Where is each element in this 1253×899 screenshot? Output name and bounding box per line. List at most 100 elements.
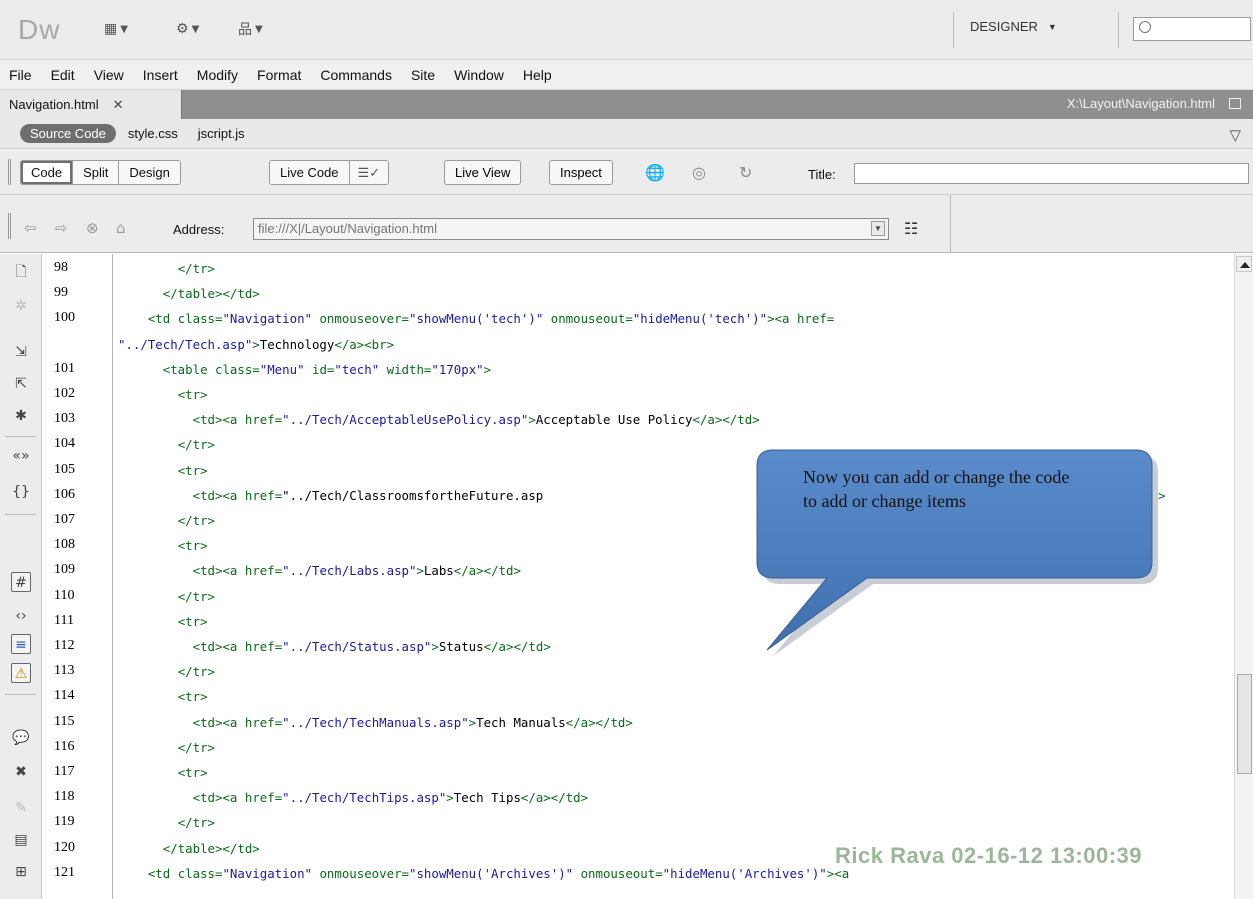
close-icon[interactable]: ✕ [113,97,124,113]
toolbar-grip[interactable] [8,213,11,239]
collapse-selection-icon[interactable]: ⇱ [11,374,31,394]
code-line[interactable]: "../Tech/Tech.asp">Technology</a><br> [118,337,394,352]
line-number: 105 [54,461,75,477]
browser-options-icon[interactable]: ☷ [904,219,918,238]
layout-menu-button[interactable]: ▦ ▼ [104,19,128,39]
open-documents-icon[interactable]: 🗋 [11,262,31,282]
vertical-scrollbar[interactable] [1234,254,1253,899]
scrollbar-thumb[interactable] [1237,674,1252,774]
line-number: 119 [54,814,75,830]
code-line[interactable]: <td><a href="../Tech/TechTips.asp">Tech … [118,790,588,805]
live-view-button[interactable]: Live View [444,160,522,185]
stop-icon[interactable]: ⊗ [86,219,99,237]
code-view-button[interactable]: Code [21,161,74,184]
menu-modify[interactable]: Modify [197,67,238,83]
toolbar-grip[interactable] [8,159,11,185]
code-line[interactable]: </tr> [118,589,215,604]
code-line[interactable]: </table></td> [118,286,260,301]
code-line[interactable]: <td><a href="../Tech/AcceptableUsePolicy… [118,412,760,427]
code-line[interactable]: <table class="Menu" id="tech" width="170… [118,362,491,377]
filter-icon[interactable]: ▽ [1229,126,1241,144]
related-file-jscript-js[interactable]: jscript.js [198,126,245,141]
line-number: 104 [54,436,75,452]
code-line[interactable]: <tr> [118,538,208,553]
menu-edit[interactable]: Edit [51,67,75,83]
code-line[interactable]: <td><a href="../Tech/Status.asp">Status<… [118,639,551,654]
line-numbers-icon[interactable]: # [11,572,31,592]
search-icon [1139,21,1151,33]
document-tab[interactable]: Navigation.html ✕ [0,90,182,119]
syntax-error-alerts-icon[interactable]: ⚠ [11,663,31,683]
site-menu-button[interactable]: 品 ▼ [238,19,263,39]
menu-commands[interactable]: Commands [320,67,392,83]
globe-icon[interactable]: 🌐 [645,163,665,182]
visual-aids-icon[interactable]: ◎ [692,163,706,182]
split-view-button[interactable]: Split [73,161,120,184]
refresh-icon[interactable]: ↻ [739,163,752,182]
address-input[interactable]: file:///X|/Layout/Navigation.html ▼ [253,218,889,240]
code-line[interactable]: </tr> [118,815,215,830]
balance-braces-icon[interactable]: {} [11,482,31,502]
code-line[interactable]: <td class="Navigation" onmouseover="show… [118,311,834,326]
divider [953,12,954,48]
select-parent-tag-icon[interactable]: «» [11,446,31,466]
recent-snippets-icon[interactable]: ▤ [11,830,31,850]
menu-insert[interactable]: Insert [143,67,178,83]
help-search-input[interactable] [1133,17,1251,41]
move-css-icon[interactable]: ⊞ [11,862,31,882]
code-line[interactable]: <tr> [118,463,208,478]
menu-view[interactable]: View [94,67,124,83]
line-number: 114 [54,688,75,704]
code-line[interactable]: <tr> [118,765,208,780]
menu-bar: File Edit View Insert Modify Format Comm… [0,60,1253,90]
code-line[interactable]: </tr> [118,664,215,679]
apply-comment-icon[interactable]: 💬 [11,728,31,748]
code-line[interactable]: </tr> [118,740,215,755]
menu-window[interactable]: Window [454,67,504,83]
home-icon[interactable]: ⌂ [116,219,126,237]
code-line[interactable]: <tr> [118,387,208,402]
design-view-button[interactable]: Design [119,161,180,184]
code-line[interactable]: <td class="Navigation" onmouseover="show… [118,866,849,881]
code-line[interactable]: <tr> [118,689,208,704]
workspace-label: DESIGNER [970,19,1038,34]
title-input[interactable] [854,163,1249,184]
related-file-style-css[interactable]: style.css [128,126,178,141]
menu-site[interactable]: Site [411,67,435,83]
expand-all-icon[interactable]: ✱ [11,406,31,426]
code-line[interactable]: </tr> [118,261,215,276]
menu-format[interactable]: Format [257,67,301,83]
scroll-up-button[interactable] [1236,256,1252,272]
line-number: 101 [54,360,75,376]
address-dropdown-icon[interactable]: ▼ [871,221,885,236]
live-code-button[interactable]: Live Code [270,161,350,184]
file-management-button[interactable]: ☰✓ [349,161,389,184]
show-code-navigator-icon[interactable]: ✲ [11,296,31,316]
code-line[interactable]: <td><a href="../Tech/TechManuals.asp">Te… [118,715,633,730]
code-line[interactable]: </tr> [118,437,215,452]
code-line[interactable]: <tr> [118,614,208,629]
collapse-full-tag-icon[interactable]: ⇲ [11,342,31,362]
code-line[interactable]: </table></td> [118,841,260,856]
remove-comment-icon[interactable]: ✖ [11,762,31,782]
inspect-button[interactable]: Inspect [549,160,613,185]
source-code-button[interactable]: Source Code [20,124,116,143]
extend-menu-button[interactable]: ⚙ ▼ [176,19,199,39]
wrap-tag-icon[interactable]: ✎ [11,798,31,818]
coding-toolbar: 🗋 ✲ ⇲ ⇱ ✱ «» {} # ‹› ≡ ⚠ 💬 ✖ ✎ ▤ ⊞ [0,254,42,899]
code-line[interactable]: <td><a href="../Tech/Labs.asp">Labs</a><… [118,563,521,578]
divider [5,436,36,437]
line-number: 106 [54,486,75,502]
back-icon[interactable]: ⇦ [24,219,37,237]
code-line[interactable]: <td><a href="../Tech/ClassroomsfortheFut… [118,488,544,503]
menu-help[interactable]: Help [523,67,552,83]
word-wrap-icon[interactable]: ≡ [11,634,31,654]
line-number: 115 [54,713,75,729]
workspace-switcher[interactable]: DESIGNER ▼ [970,19,1057,34]
highlight-invalid-code-icon[interactable]: ‹› [11,606,31,626]
code-line[interactable]: </tr> [118,513,215,528]
restore-window-icon[interactable] [1229,98,1241,109]
forward-icon[interactable]: ⇨ [55,219,68,237]
menu-file[interactable]: File [9,67,32,83]
line-number: 102 [54,386,75,401]
